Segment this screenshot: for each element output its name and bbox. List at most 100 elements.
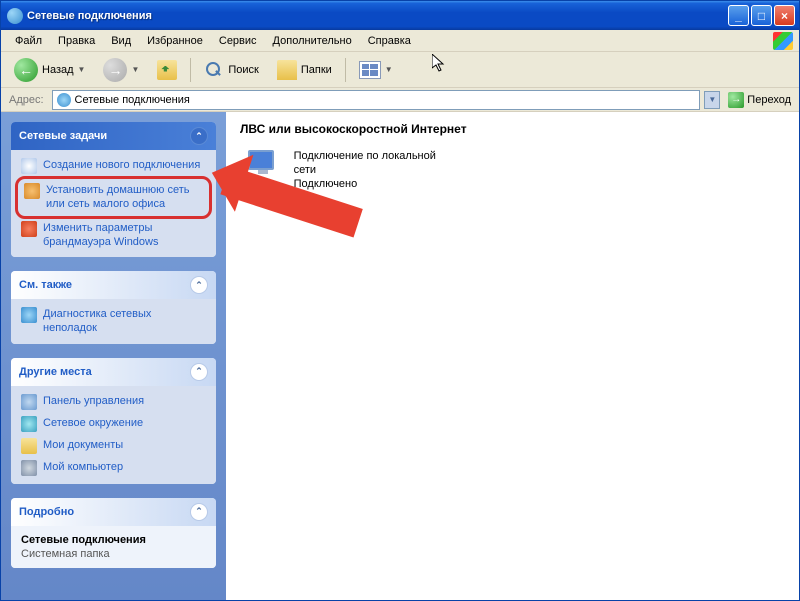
details-type: Системная папка <box>21 548 206 560</box>
highlight-annotation: Установить домашнюю сеть или сеть малого… <box>15 176 212 219</box>
menu-advanced[interactable]: Дополнительно <box>265 33 360 49</box>
task-network-diagnostics[interactable]: Диагностика сетевых неполадок <box>21 307 206 336</box>
connection-name: Подключение по локальной сети <box>294 149 460 178</box>
task-label: Установить домашнюю сеть или сеть малого… <box>46 183 203 212</box>
lan-connection-icon <box>240 148 284 192</box>
panel-title: Другие места <box>19 366 92 378</box>
panel-body-details: Сетевые подключения Системная папка <box>11 526 216 568</box>
forward-button[interactable]: → ▼ <box>96 55 146 85</box>
panel-title: Подробно <box>19 506 74 518</box>
home-network-icon <box>24 183 40 199</box>
toolbar-separator <box>345 58 346 82</box>
body: Сетевые задачи ⌃ Создание нового подключ… <box>1 112 799 600</box>
views-dropdown-icon: ▼ <box>385 65 393 74</box>
close-button[interactable]: × <box>774 5 795 26</box>
panel-body-see-also: Диагностика сетевых неполадок <box>11 299 216 344</box>
address-icon <box>57 93 71 107</box>
task-setup-home-network[interactable]: Установить домашнюю сеть или сеть малого… <box>24 183 203 212</box>
menubar: Файл Правка Вид Избранное Сервис Дополни… <box>1 30 799 52</box>
firewall-icon <box>21 221 37 237</box>
panel-body-tasks: Создание нового подключения Установить д… <box>11 150 216 257</box>
sidebar: Сетевые задачи ⌃ Создание нового подключ… <box>1 112 226 600</box>
back-icon: ← <box>14 58 38 82</box>
maximize-button[interactable]: □ <box>751 5 772 26</box>
back-dropdown-icon: ▼ <box>78 65 86 74</box>
panel-header-tasks[interactable]: Сетевые задачи ⌃ <box>11 122 216 150</box>
window-title: Сетевые подключения <box>27 10 728 22</box>
place-label: Панель управления <box>43 394 144 408</box>
task-label: Создание нового подключения <box>43 158 200 172</box>
address-bar: Адрес: Сетевые подключения ▼ → Переход <box>1 88 799 112</box>
toolbar: ← Назад ▼ → ▼ Поиск Папки ▼ <box>1 52 799 88</box>
chevron-up-icon: ⌃ <box>190 276 208 294</box>
control-panel-icon <box>21 394 37 410</box>
panel-details: Подробно ⌃ Сетевые подключения Системная… <box>11 498 216 568</box>
panel-title: Сетевые задачи <box>19 130 107 142</box>
panel-see-also: См. также ⌃ Диагностика сетевых неполадо… <box>11 271 216 344</box>
up-icon <box>157 60 177 80</box>
address-value: Сетевые подключения <box>75 94 190 106</box>
menu-help[interactable]: Справка <box>360 33 419 49</box>
connection-item[interactable]: Подключение по локальной сети Подключено <box>240 148 460 192</box>
go-label: Переход <box>747 94 791 106</box>
window: Сетевые подключения _ □ × Файл Правка Ви… <box>0 0 800 601</box>
panel-header-places[interactable]: Другие места ⌃ <box>11 358 216 386</box>
forward-icon: → <box>103 58 127 82</box>
place-control-panel[interactable]: Панель управления <box>21 394 206 410</box>
address-dropdown[interactable]: ▼ <box>704 91 720 109</box>
search-icon <box>204 60 224 80</box>
panel-header-see-also[interactable]: См. также ⌃ <box>11 271 216 299</box>
go-icon: → <box>728 92 744 108</box>
folders-label: Папки <box>301 64 332 76</box>
place-label: Мой компьютер <box>43 460 123 474</box>
toolbar-separator <box>190 58 191 82</box>
details-name: Сетевые подключения <box>21 534 206 546</box>
place-label: Сетевое окружение <box>43 416 143 430</box>
place-my-computer[interactable]: Мой компьютер <box>21 460 206 476</box>
menu-favorites[interactable]: Избранное <box>139 33 211 49</box>
panel-header-details[interactable]: Подробно ⌃ <box>11 498 216 526</box>
panel-body-places: Панель управления Сетевое окружение Мои … <box>11 386 216 484</box>
new-connection-icon <box>21 158 37 174</box>
app-icon <box>7 8 23 24</box>
minimize-button[interactable]: _ <box>728 5 749 26</box>
task-create-connection[interactable]: Создание нового подключения <box>21 158 206 174</box>
diagnostics-icon <box>21 307 37 323</box>
place-network-neighborhood[interactable]: Сетевое окружение <box>21 416 206 432</box>
search-button[interactable]: Поиск <box>197 57 265 83</box>
chevron-up-icon: ⌃ <box>190 503 208 521</box>
menu-tools[interactable]: Сервис <box>211 33 265 49</box>
back-button[interactable]: ← Назад ▼ <box>7 55 92 85</box>
network-places-icon <box>21 416 37 432</box>
menu-edit[interactable]: Правка <box>50 33 103 49</box>
forward-dropdown-icon: ▼ <box>131 65 139 74</box>
go-button[interactable]: → Переход <box>724 91 795 109</box>
search-label: Поиск <box>228 64 258 76</box>
views-icon <box>359 61 381 79</box>
address-input[interactable]: Сетевые подключения <box>52 90 701 110</box>
section-heading: ЛВС или высокоскоростной Интернет <box>240 122 785 136</box>
place-my-documents[interactable]: Мои документы <box>21 438 206 454</box>
panel-other-places: Другие места ⌃ Панель управления Сетевое… <box>11 358 216 484</box>
task-label: Изменить параметры брандмауэра Windows <box>43 221 206 250</box>
back-label: Назад <box>42 64 74 76</box>
panel-network-tasks: Сетевые задачи ⌃ Создание нового подключ… <box>11 122 216 257</box>
task-label: Диагностика сетевых неполадок <box>43 307 206 336</box>
titlebar[interactable]: Сетевые подключения _ □ × <box>1 1 799 30</box>
computer-icon <box>21 460 37 476</box>
address-label: Адрес: <box>5 94 48 106</box>
chevron-up-icon: ⌃ <box>190 363 208 381</box>
content-area: ЛВС или высокоскоростной Интернет Подклю… <box>226 112 799 600</box>
windows-logo-icon <box>773 32 793 50</box>
chevron-up-icon: ⌃ <box>190 127 208 145</box>
folders-button[interactable]: Папки <box>270 57 339 83</box>
up-button[interactable] <box>150 57 184 83</box>
documents-icon <box>21 438 37 454</box>
folder-icon <box>277 60 297 80</box>
panel-title: См. также <box>19 279 72 291</box>
views-button[interactable]: ▼ <box>352 58 400 82</box>
task-firewall-settings[interactable]: Изменить параметры брандмауэра Windows <box>21 221 206 250</box>
place-label: Мои документы <box>43 438 123 452</box>
menu-view[interactable]: Вид <box>103 33 139 49</box>
menu-file[interactable]: Файл <box>7 33 50 49</box>
